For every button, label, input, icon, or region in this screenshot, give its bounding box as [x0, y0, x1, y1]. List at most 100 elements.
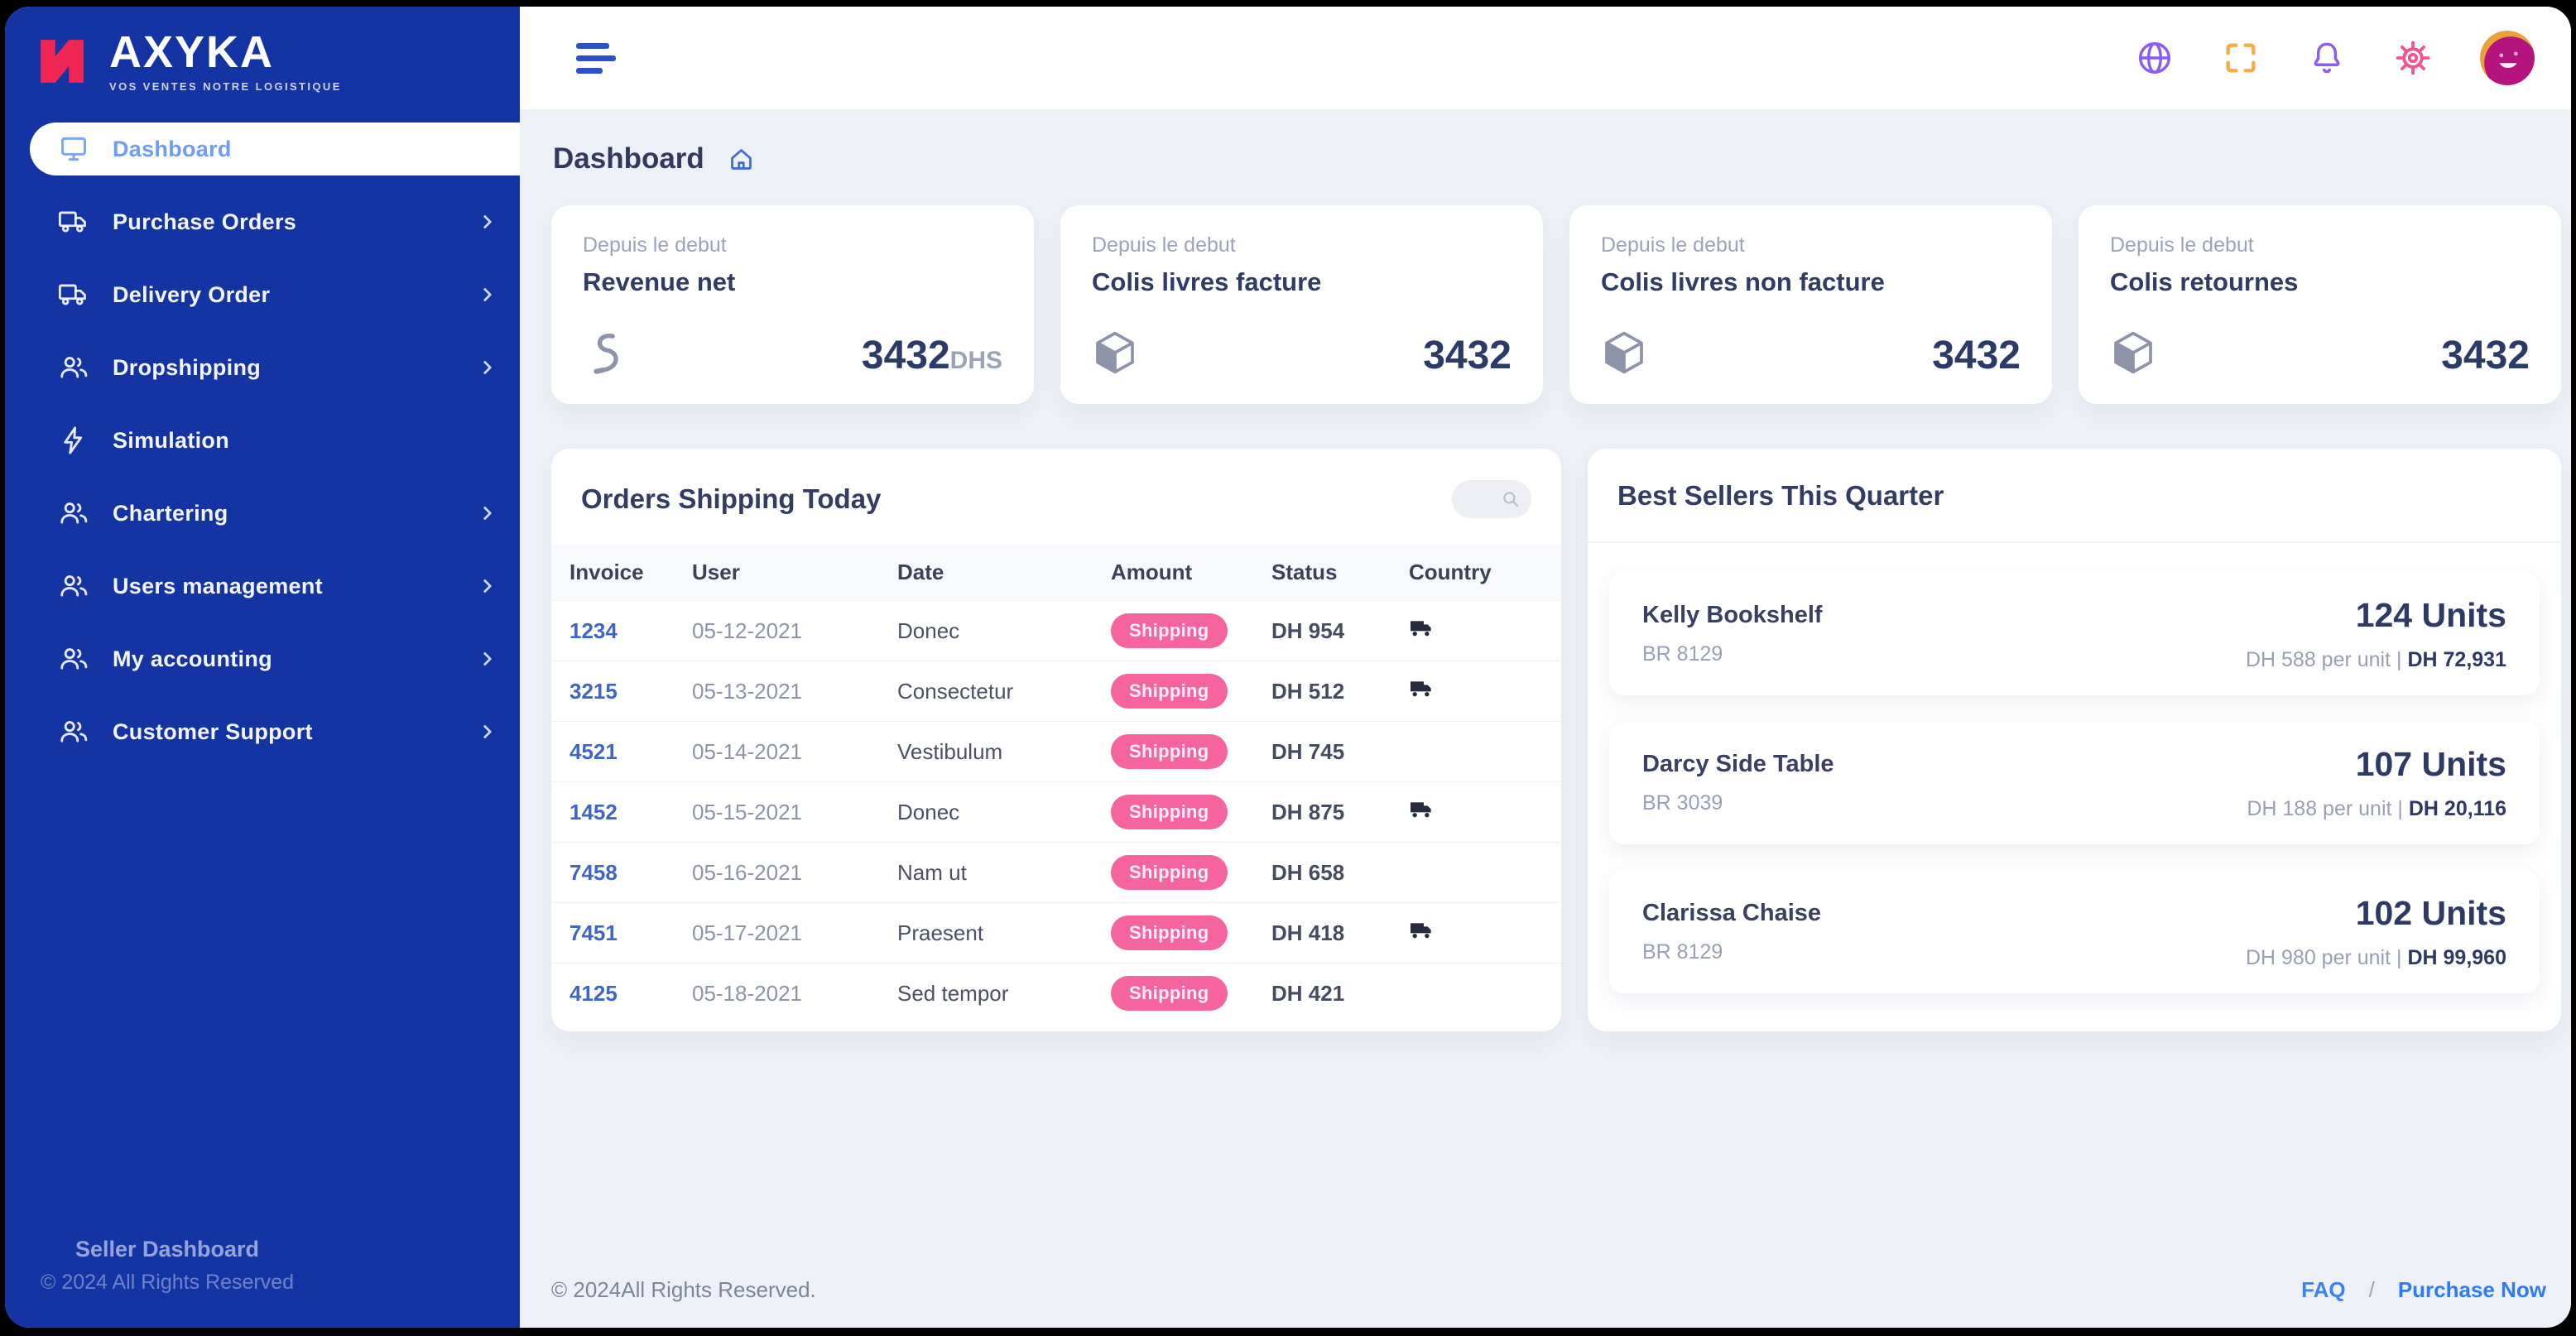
sidebar-item-customer-support[interactable]: Customer Support	[5, 705, 520, 758]
bell-icon[interactable]	[2308, 39, 2346, 77]
sidebar-item-dashboard[interactable]: Dashboard	[30, 123, 520, 175]
sidebar-item-simulation[interactable]: Simulation	[5, 414, 520, 467]
sidebar-item-purchase-orders[interactable]: Purchase Orders	[5, 195, 520, 248]
product-total: DH 72,931	[2407, 648, 2506, 671]
avatar-image	[2480, 31, 2535, 85]
status-badge: Shipping	[1111, 674, 1228, 709]
content: Dashboard Depuis le debut Revenue net 34…	[520, 109, 2571, 1328]
invoice-link[interactable]: 1234	[551, 601, 692, 661]
product-name: Darcy Side Table	[1642, 751, 1834, 778]
stat-card-value: 3432	[1423, 334, 1511, 377]
sidebar-item-users-management[interactable]: Users management	[5, 560, 520, 613]
users-icon	[58, 497, 89, 529]
order-date: 05-12-2021	[692, 601, 897, 661]
sidebar-item-label: My accounting	[113, 646, 272, 672]
chevron-right-icon	[477, 502, 498, 524]
order-date: 05-17-2021	[692, 903, 897, 964]
brand-logo[interactable]: AXYKA VOS VENTES NOTRE LOGISTIQUE	[5, 7, 520, 111]
order-date: 05-18-2021	[692, 964, 897, 1024]
stat-card-unit: DHS	[950, 347, 1002, 374]
column-header-invoice: Invoice	[551, 545, 692, 601]
avatar[interactable]	[2480, 31, 2535, 85]
table-row: 1234 05-12-2021 Donec Shipping DH 954	[551, 601, 1561, 661]
sidebar-nav: Dashboard Purchase Orders Delivery Order…	[5, 123, 520, 778]
chevron-right-icon	[477, 575, 498, 597]
truck-icon	[1409, 615, 1435, 642]
invoice-link[interactable]: 1452	[551, 782, 692, 843]
product-per-unit: DH 188 per unit	[2247, 797, 2391, 820]
purchase-now-link[interactable]: Purchase Now	[2398, 1277, 2546, 1303]
status-badge: Shipping	[1111, 855, 1228, 890]
panels-row: Orders Shipping Today Invoice User Date	[551, 449, 2561, 1031]
page-footer: © 2024All Rights Reserved. FAQ / Purchas…	[551, 1256, 2561, 1328]
sidebar-item-dropshipping[interactable]: Dropshipping	[5, 341, 520, 394]
stat-card-value: 3432	[2441, 334, 2530, 377]
stat-cards: Depuis le debut Revenue net 3432DHS Depu…	[551, 205, 2561, 404]
chevron-right-icon	[477, 648, 498, 670]
list-item[interactable]: Clarissa Chaise BR 8129 102 Units DH 980…	[1609, 871, 2540, 993]
orders-table-header: Invoice User Date Amount Status Country	[551, 545, 1561, 601]
page-title: Dashboard	[553, 142, 704, 175]
invoice-link[interactable]: 4125	[551, 964, 692, 1024]
product-total: DH 99,960	[2407, 946, 2506, 969]
sidebar-footer-title: Seller Dashboard	[35, 1237, 300, 1262]
stat-card-colis-livres-non-facture: Depuis le debut Colis livres non facture…	[1569, 205, 2052, 404]
brand-tagline: VOS VENTES NOTRE LOGISTIQUE	[109, 80, 342, 93]
truck-icon	[58, 206, 89, 238]
main-area: Dashboard Depuis le debut Revenue net 34…	[520, 7, 2571, 1328]
list-item[interactable]: Kelly Bookshelf BR 8129 124 Units DH 588…	[1609, 573, 2540, 695]
breadcrumb: Dashboard	[551, 137, 2561, 205]
globe-icon[interactable]	[2136, 39, 2174, 77]
truck-icon	[1409, 796, 1435, 823]
order-user: Sed tempor	[897, 964, 1111, 1024]
search-icon	[1500, 488, 1521, 510]
sidebar-item-chartering[interactable]: Chartering	[5, 487, 520, 540]
table-row: 4521 05-14-2021 Vestibulum Shipping DH 7…	[551, 722, 1561, 782]
price-separator: |	[2396, 648, 2402, 671]
users-icon	[58, 643, 89, 675]
brand-mark-icon	[35, 34, 89, 89]
sidebar-footer-copyright: © 2024 All Rights Reserved	[35, 1271, 300, 1295]
column-header-status: Status	[1271, 545, 1409, 601]
sidebar-toggle-button[interactable]	[576, 43, 616, 74]
stat-card-title: Revenue net	[583, 267, 1002, 297]
invoice-link[interactable]: 4521	[551, 722, 692, 782]
bolt-icon	[58, 425, 89, 456]
product-total: DH 20,116	[2409, 797, 2506, 820]
status-badge: Shipping	[1111, 915, 1228, 950]
sidebar-item-delivery-order[interactable]: Delivery Order	[5, 268, 520, 321]
invoice-link[interactable]: 3215	[551, 661, 692, 722]
sidebar-footer: Seller Dashboard © 2024 All Rights Reser…	[5, 1237, 300, 1328]
users-icon	[58, 352, 89, 383]
order-amount: DH 954	[1271, 601, 1409, 661]
order-amount: DH 418	[1271, 903, 1409, 964]
order-date: 05-15-2021	[692, 782, 897, 843]
cube-icon	[1601, 329, 1647, 376]
users-icon	[58, 716, 89, 747]
sidebar-item-label: Chartering	[113, 501, 228, 526]
stat-card-value: 3432	[862, 334, 950, 377]
gear-icon[interactable]	[2394, 39, 2432, 77]
invoice-link[interactable]: 7458	[551, 843, 692, 903]
sidebar-item-label: Users management	[113, 574, 323, 599]
users-icon	[58, 570, 89, 602]
sidebar-item-my-accounting[interactable]: My accounting	[5, 632, 520, 685]
product-sku: BR 8129	[1642, 940, 1821, 964]
fullscreen-icon[interactable]	[2222, 39, 2260, 77]
invoice-link[interactable]: 7451	[551, 903, 692, 964]
faq-link[interactable]: FAQ	[2301, 1277, 2345, 1303]
orders-search-input[interactable]	[1452, 480, 1531, 518]
order-amount: DH 658	[1271, 843, 1409, 903]
status-badge: Shipping	[1111, 795, 1228, 829]
cube-icon	[2110, 329, 2156, 376]
best-sellers-title: Best Sellers This Quarter	[1617, 480, 1944, 511]
truck-icon	[58, 279, 89, 310]
home-icon[interactable]	[728, 146, 755, 173]
order-amount: DH 745	[1271, 722, 1409, 782]
table-row: 7458 05-16-2021 Nam ut Shipping DH 658	[551, 843, 1561, 903]
app-window: AXYKA VOS VENTES NOTRE LOGISTIQUE Dashbo…	[5, 7, 2571, 1328]
order-amount: DH 421	[1271, 964, 1409, 1024]
list-item[interactable]: Darcy Side Table BR 3039 107 Units DH 18…	[1609, 722, 2540, 844]
product-sku: BR 3039	[1642, 791, 1834, 815]
truck-icon	[1409, 917, 1435, 944]
